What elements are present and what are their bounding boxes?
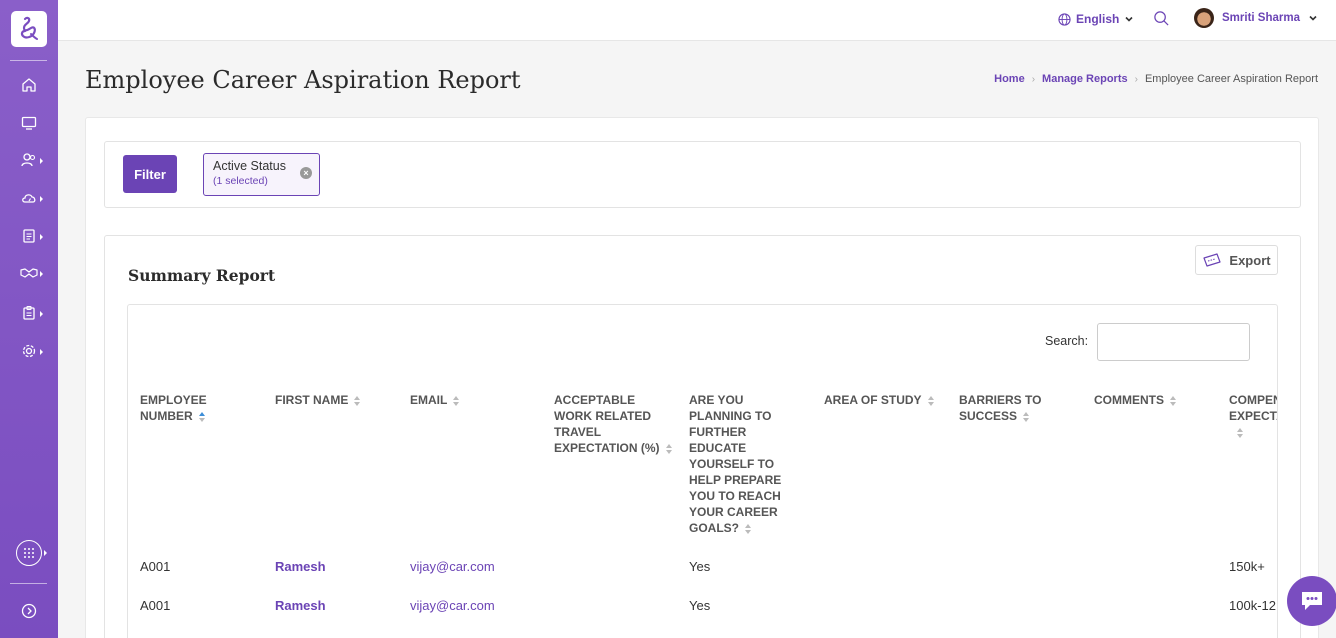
summary-report-title: Summary Report	[128, 266, 276, 285]
top-bar: English Smriti Sharma	[58, 0, 1336, 41]
avatar	[1194, 8, 1214, 28]
filter-chip-title: Active Status	[213, 159, 286, 173]
export-label: Export	[1229, 252, 1271, 268]
cell-compensation: 150k+	[1229, 559, 1265, 574]
chat-support-button[interactable]	[1287, 576, 1336, 626]
column-header-first-name[interactable]: First Name	[275, 392, 395, 408]
apps-grid-button[interactable]	[16, 540, 42, 566]
sidebar-divider	[10, 60, 47, 61]
sort-icon	[354, 395, 361, 406]
grid-icon	[24, 548, 34, 558]
filter-button[interactable]: Filter	[123, 155, 177, 193]
sort-icon	[1023, 411, 1030, 422]
handshake-expand-caret	[40, 271, 43, 277]
cell-employee-number: A001	[140, 559, 171, 574]
settings-gear-icon[interactable]	[20, 342, 38, 360]
cell-email-link[interactable]: vijay@car.com	[410, 559, 495, 574]
home-icon[interactable]	[20, 76, 38, 94]
settings-expand-caret	[40, 349, 43, 355]
globe-icon	[1058, 12, 1071, 26]
cell-further-education: Yes	[689, 598, 711, 613]
search-icon[interactable]	[1153, 10, 1170, 32]
search-input[interactable]	[1097, 323, 1250, 361]
column-header-compensation-expectation[interactable]: Compen Expecta	[1229, 392, 1277, 440]
column-header-comments[interactable]: Comments	[1094, 392, 1214, 408]
export-button[interactable]: Export	[1195, 245, 1278, 275]
main-card: Filter Active Status (1 selected) × Summ…	[85, 117, 1319, 638]
language-selector[interactable]: English	[1058, 12, 1134, 26]
breadcrumb: Home › Manage Reports › Employee Career …	[994, 73, 1318, 85]
handshake-icon[interactable]	[20, 264, 38, 282]
user-name: Smriti Sharma	[1222, 12, 1300, 24]
sidebar-divider-bottom	[10, 583, 47, 584]
users-expand-caret	[40, 158, 43, 164]
export-ticket-icon	[1203, 253, 1222, 267]
sort-icon	[1170, 395, 1176, 406]
dashboard-expand-caret	[40, 196, 43, 202]
monitor-icon[interactable]	[20, 114, 38, 132]
summary-report-panel: Summary Report Export Search: Employee N…	[104, 235, 1301, 638]
sort-icon	[453, 395, 460, 406]
column-header-employee-number[interactable]: Employee Number	[140, 392, 260, 424]
report-table: Search: Employee Number First Name Email…	[127, 304, 1278, 638]
chevron-down-icon	[1309, 15, 1317, 21]
document-expand-caret	[40, 234, 43, 240]
search-label: Search:	[1045, 334, 1089, 348]
dashboard-cloud-icon[interactable]	[20, 189, 38, 207]
users-icon[interactable]	[20, 151, 38, 169]
cell-compensation: 100k-12	[1229, 598, 1276, 613]
filter-chip-subtitle: (1 selected)	[213, 175, 268, 187]
sort-icon	[927, 395, 934, 406]
column-header-travel-expectation[interactable]: Acceptable Work Related Travel Expectati…	[554, 392, 674, 456]
sidebar	[0, 0, 58, 638]
app-logo[interactable]	[11, 11, 47, 47]
sort-icon	[745, 523, 751, 534]
column-header-further-education[interactable]: Are You Planning To Further Educate Your…	[689, 392, 789, 536]
column-header-email[interactable]: Email	[410, 392, 530, 408]
sort-asc-icon	[198, 411, 205, 422]
clipboard-expand-caret	[40, 311, 43, 317]
column-header-barriers-to-success[interactable]: Barriers To Success	[959, 392, 1059, 424]
page-title: Employee Career Aspiration Report	[85, 66, 521, 94]
user-menu[interactable]: Smriti Sharma	[1194, 8, 1318, 28]
breadcrumb-current: Employee Career Aspiration Report	[1144, 73, 1318, 85]
breadcrumb-manage-reports[interactable]: Manage Reports	[1042, 73, 1128, 85]
cell-first-name-link[interactable]: Ramesh	[275, 598, 326, 613]
cell-employee-number: A001	[140, 598, 171, 613]
filter-panel: Filter Active Status (1 selected) ×	[104, 141, 1301, 208]
clipboard-icon[interactable]	[20, 304, 38, 322]
document-icon[interactable]	[20, 227, 38, 245]
filter-chip-active-status[interactable]: Active Status (1 selected) ×	[203, 153, 320, 196]
chevron-right-icon: ›	[1031, 73, 1036, 85]
chevron-right-icon: ›	[1134, 73, 1138, 85]
apps-expand-caret	[44, 550, 47, 556]
language-label: English	[1076, 12, 1120, 26]
expand-sidebar-icon[interactable]	[20, 602, 38, 620]
cell-first-name-link[interactable]: Ramesh	[275, 559, 326, 574]
breadcrumb-home[interactable]: Home	[994, 73, 1025, 85]
cell-further-education: Yes	[689, 559, 711, 574]
sort-icon	[1237, 427, 1243, 438]
cell-email-link[interactable]: vijay@car.com	[410, 598, 495, 613]
sort-icon	[665, 443, 672, 454]
close-icon[interactable]: ×	[300, 167, 312, 179]
chat-icon	[1302, 592, 1322, 610]
chevron-down-icon	[1125, 16, 1133, 22]
logo-icon	[20, 16, 38, 40]
column-header-area-of-study[interactable]: Area Of Study	[824, 392, 934, 408]
